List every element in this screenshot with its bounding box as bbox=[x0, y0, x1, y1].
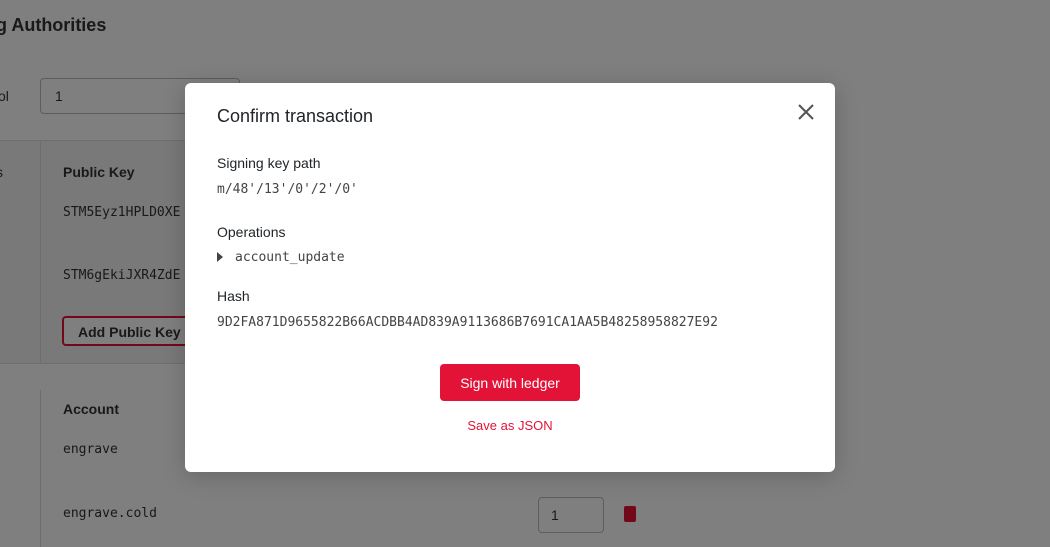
save-as-json-link[interactable]: Save as JSON bbox=[185, 418, 835, 433]
operation-item: account_update bbox=[235, 249, 345, 265]
signing-key-value: m/48'/13'/0'/2'/0' bbox=[217, 182, 358, 197]
modal-title: Confirm transaction bbox=[217, 106, 374, 126]
close-icon bbox=[798, 104, 814, 120]
hash-value: 9D2FA871D9655822B66ACDBB4AD839A9113686B7… bbox=[217, 315, 718, 330]
caret-right-icon bbox=[217, 252, 223, 262]
operations-label: Operations bbox=[217, 224, 286, 240]
operation-toggle[interactable]: account_update bbox=[217, 248, 345, 266]
signing-key-label: Signing key path bbox=[217, 155, 321, 171]
confirm-transaction-modal: Confirm transaction Signing key path m/4… bbox=[185, 83, 835, 472]
hash-label: Hash bbox=[217, 288, 250, 304]
sign-with-ledger-button[interactable]: Sign with ledger bbox=[440, 364, 580, 401]
close-button[interactable] bbox=[795, 101, 817, 123]
